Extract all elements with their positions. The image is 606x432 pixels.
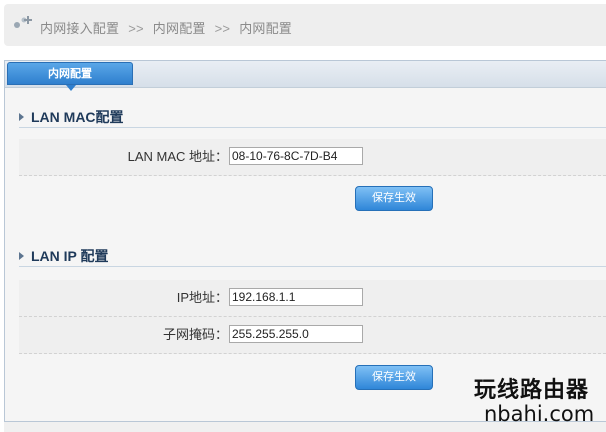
save-mac-button[interactable]: 保存生效 [355,186,433,211]
triangle-right-icon [19,113,24,122]
breadcrumb-item: 内网配置 [239,21,293,36]
subnet-mask-input[interactable] [229,325,363,343]
section-lan-ip: LAN IP 配置 [19,246,109,266]
watermark-logo: 玩线路由器 [474,377,590,403]
triangle-right-icon [19,252,24,261]
form-row-mac: LAN MAC 地址： [19,139,606,176]
form-row-mask: 子网掩码： [19,317,606,354]
section-lan-mac: LAN MAC配置 [19,107,124,127]
breadcrumb: 内网接入配置 >> 内网配置 >> 内网配置 [4,4,606,46]
tab-pointer [66,85,76,91]
breadcrumb-item[interactable]: 内网配置 [153,21,206,36]
section-title: LAN IP 配置 [31,248,109,264]
mask-label: 子网掩码： [162,327,228,342]
form-row-ip: IP地址： [19,280,606,317]
ip-address-input[interactable] [229,288,363,306]
breadcrumb-item[interactable]: 内网接入配置 [40,21,119,36]
mac-address-input[interactable] [229,147,363,165]
breadcrumb-separator: >> [128,21,144,36]
tab-strip: 内网配置 [5,61,606,91]
watermark-site: nbahi.com [484,402,595,426]
divider [19,266,606,267]
breadcrumb-separator: >> [214,21,231,36]
section-title: LAN MAC配置 [31,109,124,125]
mac-label: LAN MAC 地址： [127,149,228,164]
ip-label: IP地址： [176,290,228,305]
tab-lan-config[interactable]: 内网配置 [7,62,133,85]
config-panel: 内网配置 LAN MAC配置 LAN MAC 地址： 保存生效 LAN IP 配… [4,60,606,422]
nodes-plus-icon [14,16,32,28]
save-ip-button[interactable]: 保存生效 [355,365,433,390]
divider [19,127,606,128]
